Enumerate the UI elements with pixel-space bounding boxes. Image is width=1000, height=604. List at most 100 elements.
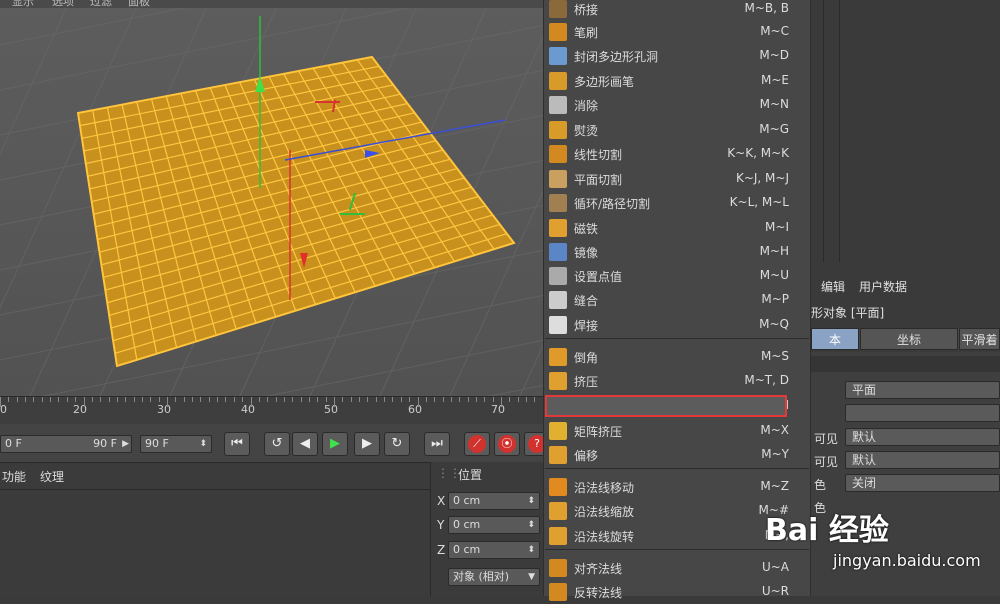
tab-texture[interactable]: 纹理 <box>40 468 64 485</box>
ruler-tick <box>0 397 1 407</box>
ruler-tick <box>292 397 294 402</box>
keyframe-help-button[interactable]: ? <box>524 432 546 456</box>
prev-key-icon: ↺ <box>271 436 283 451</box>
menu-item-reverse-normal[interactable]: 反转法线 U~R <box>543 580 811 604</box>
menu-item-label: 沿法线缩放 <box>574 505 635 519</box>
normal-move-icon <box>549 478 567 496</box>
tab-basic[interactable]: 本 <box>811 328 859 350</box>
plane-mesh[interactable] <box>0 0 545 396</box>
ruler-tick <box>66 397 68 402</box>
menu-item-brush[interactable]: 笔刷 M~C <box>543 20 811 44</box>
menu-item-set-point[interactable]: 设置点值 M~U <box>543 264 811 288</box>
z-position-field[interactable]: 0 cm ⬍ <box>448 541 540 559</box>
record-button[interactable]: ⟋ <box>464 432 490 456</box>
menu-item-normal-move[interactable]: 沿法线移动 M~Z <box>543 475 811 499</box>
ruler-tick <box>484 397 486 402</box>
autokey-button[interactable]: ⦿ <box>494 432 520 456</box>
next-key-button[interactable]: ↻ <box>384 432 410 456</box>
step-back-icon: ◀ <box>300 436 310 451</box>
layer-field[interactable] <box>845 404 1000 422</box>
menu-separator <box>545 338 809 339</box>
ruler-tick <box>58 397 60 402</box>
stepper-icon: ⬍ <box>527 545 535 555</box>
menu-item-label: 多边形画笔 <box>574 75 635 89</box>
ruler-tick <box>417 397 419 407</box>
mirror-icon <box>549 243 567 261</box>
menu-item-shortcut: M~U <box>759 268 789 282</box>
3d-viewport[interactable]: 显示 选项 过滤 面板 <box>0 0 545 396</box>
autokey-icon: ⦿ <box>498 435 516 453</box>
menu-item-bridge[interactable]: 桥接 M~B, B <box>543 0 811 21</box>
menu-filter[interactable]: 过滤 <box>90 0 112 8</box>
ruler-tick <box>183 397 185 402</box>
go-to-start-button[interactable]: ⏮ <box>224 432 250 456</box>
frame-range-slider[interactable]: 0 F 90 F ▶ <box>0 435 132 453</box>
y-label: Y <box>437 518 445 532</box>
menu-panel[interactable]: 面板 <box>128 0 150 8</box>
menu-options[interactable]: 选项 <box>52 0 74 8</box>
render-visible-select[interactable]: 默认 <box>845 451 1000 469</box>
menu-item-dissolve[interactable]: 消除 M~N <box>543 93 811 117</box>
menu-item-shortcut: M~S <box>760 349 789 363</box>
tick-label: 40 <box>241 403 255 416</box>
ruler-tick <box>217 397 219 402</box>
menu-item-plane-cut[interactable]: 平面切割 K~J, M~J <box>543 167 811 191</box>
menu-item-weld[interactable]: 焊接 M~Q <box>543 313 811 337</box>
menu-user-data[interactable]: 用户数据 <box>859 278 907 295</box>
timeline-ruler[interactable]: 0 20 30 40 50 60 70 <box>0 396 545 424</box>
menu-item-loop-cut[interactable]: 循环/路径切割 K~L, M~L <box>543 191 811 215</box>
menu-item-offset[interactable]: 偏移 M~Y <box>543 443 811 467</box>
tick-label: 20 <box>73 403 87 416</box>
ruler-tick <box>141 397 143 402</box>
menu-item-polygon-pen[interactable]: 多边形画笔 M~E <box>543 69 811 93</box>
ruler-tick <box>258 397 260 402</box>
ruler-tick <box>501 397 502 407</box>
prop-label: 色 <box>814 478 827 492</box>
next-frame-button[interactable]: ▶ <box>354 432 380 456</box>
menu-item-label: 桥接 <box>574 3 599 17</box>
menu-item-iron[interactable]: 熨烫 M~G <box>543 118 811 142</box>
stepper-icon: ⬍ <box>527 520 535 530</box>
menu-item-shortcut: M~C <box>760 24 789 38</box>
y-position-field[interactable]: 0 cm ⬍ <box>448 516 540 534</box>
menu-item-align-normal[interactable]: 对齐法线 U~A <box>543 556 811 580</box>
ruler-tick <box>133 397 135 402</box>
menu-item-shortcut: M~Q <box>759 317 789 331</box>
tab-function[interactable]: 功能 <box>2 468 26 485</box>
go-to-end-button[interactable]: ⏭ <box>424 432 450 456</box>
ruler-tick <box>534 397 536 402</box>
menu-item-stitch[interactable]: 缝合 M~P <box>543 288 811 312</box>
tab-phong[interactable]: 平滑着 <box>959 328 1000 350</box>
play-button[interactable]: ▶ <box>322 432 348 456</box>
menu-item-matrix-extrude[interactable]: 矩阵挤压 M~X <box>543 419 811 443</box>
tick-label: 0 <box>0 403 7 416</box>
coordinate-mode-select[interactable]: 对象 (相对) ▼ <box>448 568 540 586</box>
ruler-tick <box>91 397 93 402</box>
tick-label: 60 <box>408 403 422 416</box>
dissolve-icon <box>549 96 567 114</box>
prev-key-button[interactable]: ↺ <box>264 432 290 456</box>
menu-item-shortcut: U~A <box>761 560 789 574</box>
object-manager[interactable] <box>811 0 1000 270</box>
end-frame-field[interactable]: 90 F ⬍ <box>140 435 212 453</box>
name-field[interactable]: 平面 <box>845 381 1000 399</box>
menu-item-extrude[interactable]: 挤压 M~T, D <box>543 369 811 393</box>
menu-item-mirror[interactable]: 镜像 M~H <box>543 240 811 264</box>
menu-item-label: 反转法线 <box>574 586 623 600</box>
menu-item-magnet[interactable]: 磁铁 M~I <box>543 216 811 240</box>
ruler-tick <box>208 397 210 402</box>
material-tabs: 功能 纹理 <box>0 462 430 490</box>
menu-item-line-cut[interactable]: 线性切割 K~K, M~K <box>543 142 811 166</box>
editor-visible-select[interactable]: 默认 <box>845 428 1000 446</box>
mode-value: 对象 (相对) <box>453 570 510 583</box>
menu-display[interactable]: 显示 <box>12 0 34 8</box>
display-color-select[interactable]: 关闭 <box>845 474 1000 492</box>
x-position-field[interactable]: 0 cm ⬍ <box>448 492 540 510</box>
menu-item-close-hole[interactable]: 封闭多边形孔洞 M~D <box>543 44 811 68</box>
menu-edit[interactable]: 编辑 <box>821 278 845 295</box>
tab-coord[interactable]: 坐标 <box>860 328 958 350</box>
floor-grid-line <box>487 384 545 396</box>
menu-item-bevel[interactable]: 倒角 M~S <box>543 345 811 369</box>
ruler-tick <box>342 397 344 402</box>
prev-frame-button[interactable]: ◀ <box>292 432 318 456</box>
